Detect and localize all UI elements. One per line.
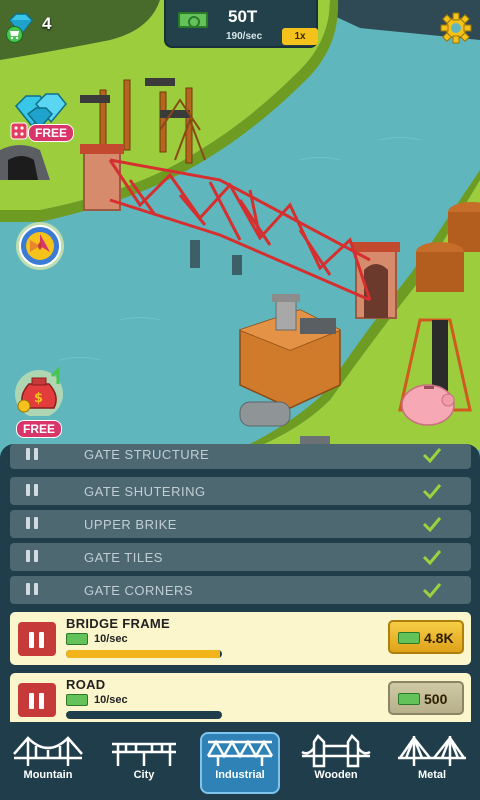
tab-city[interactable]: City	[96, 722, 192, 800]
completed-upgrade-row: UPPER BRIKE	[10, 510, 471, 538]
upgrade-name: GATE CORNERS	[84, 583, 194, 598]
completed-upgrade-row: GATE STRUCTURE	[10, 444, 471, 469]
free-cash-label: FREE	[16, 420, 63, 438]
game-scene[interactable]: 4 50T 190/sec 1x FREE $ FREE	[0, 0, 480, 450]
tab-label: Wooden	[314, 769, 358, 781]
tab-metal[interactable]: Metal	[384, 722, 480, 800]
boost-wheel-icon	[16, 222, 64, 270]
completed-upgrade-row: GATE SHUTERING	[10, 477, 471, 505]
tab-label: City	[133, 769, 155, 781]
level-icon	[22, 448, 42, 462]
upgrade-rate: 10/sec	[94, 694, 128, 706]
upgrade-price: 500	[424, 691, 448, 707]
upgrade-progress-bar	[66, 711, 222, 719]
progress-fill	[66, 650, 221, 658]
tab-industrial[interactable]: Industrial	[192, 722, 288, 800]
tower-bridge-icon	[301, 734, 371, 768]
boost-button[interactable]	[14, 220, 66, 272]
upgrade-rate: 10/sec	[94, 633, 128, 645]
settings-button[interactable]	[440, 12, 472, 44]
suspension-bridge-icon	[13, 736, 83, 766]
gear-icon	[440, 12, 472, 44]
level-icon	[22, 517, 42, 531]
buy-road-button[interactable]: 500	[388, 681, 464, 715]
money-rate: 190/sec	[226, 31, 263, 42]
free-gems-label: FREE	[28, 124, 75, 142]
free-cash-offer[interactable]: $ FREE	[6, 366, 70, 438]
checkmark-icon	[422, 448, 442, 463]
completed-upgrade-row: GATE CORNERS	[10, 576, 471, 604]
tab-label: Mountain	[23, 769, 73, 781]
upgrade-progress-bar	[66, 650, 222, 658]
level-icon	[22, 484, 42, 498]
cash-icon	[398, 693, 420, 705]
money-total: 50T	[228, 7, 258, 26]
upgrade-name: GATE TILES	[84, 550, 163, 565]
checkmark-icon	[422, 583, 442, 598]
cable-bridge-icon	[398, 736, 466, 766]
dice-icon	[10, 122, 28, 140]
free-gems-offer[interactable]: FREE	[10, 86, 80, 146]
cash-icon	[66, 633, 88, 645]
completed-upgrade-row: GATE TILES	[10, 543, 471, 571]
svg-text:$: $	[34, 391, 43, 406]
cash-icon	[398, 632, 420, 644]
gem-count: 4	[42, 14, 52, 33]
cash-icon	[178, 12, 208, 28]
bridge-scene-illustration	[0, 0, 480, 450]
level-icon	[22, 550, 42, 564]
cash-icon	[66, 694, 88, 706]
upgrade-name: ROAD	[66, 677, 106, 692]
level-badge-icon	[18, 622, 56, 656]
money-panel: 50T 190/sec 1x	[164, 0, 318, 48]
tab-mountain[interactable]: Mountain	[0, 722, 96, 800]
buy-bridge-frame-button[interactable]: 4.8K	[388, 620, 464, 654]
checkmark-icon	[422, 550, 442, 565]
tab-wooden[interactable]: Wooden	[288, 722, 384, 800]
upgrade-panel[interactable]: GATE STRUCTURE GATE SHUTERING UPPER BRIK…	[0, 444, 480, 730]
upgrade-row-road[interactable]: ROAD 10/sec 500	[10, 673, 471, 726]
upgrade-row-bridge-frame[interactable]: BRIDGE FRAME 10/sec 4.8K	[10, 612, 471, 665]
checkmark-icon	[422, 484, 442, 499]
upgrade-name: GATE SHUTERING	[84, 484, 206, 499]
tab-label: Industrial	[215, 769, 265, 781]
checkmark-icon	[422, 517, 442, 532]
upgrade-name: UPPER BRIKE	[84, 517, 177, 532]
upgrade-name: BRIDGE FRAME	[66, 616, 170, 631]
beam-bridge-icon	[112, 742, 176, 766]
truss-bridge-icon	[206, 739, 274, 766]
money-bag-icon: $	[15, 366, 63, 416]
upgrade-name: GATE STRUCTURE	[84, 447, 210, 462]
shop-cart-icon[interactable]	[6, 26, 23, 43]
multiplier-button[interactable]: 1x	[282, 28, 318, 45]
level-badge-icon	[18, 683, 56, 717]
tab-label: Metal	[417, 769, 447, 781]
bridge-type-nav: Mountain City Industrial Wooden Metal	[0, 722, 480, 800]
upgrade-price: 4.8K	[424, 630, 454, 646]
level-icon	[22, 583, 42, 597]
